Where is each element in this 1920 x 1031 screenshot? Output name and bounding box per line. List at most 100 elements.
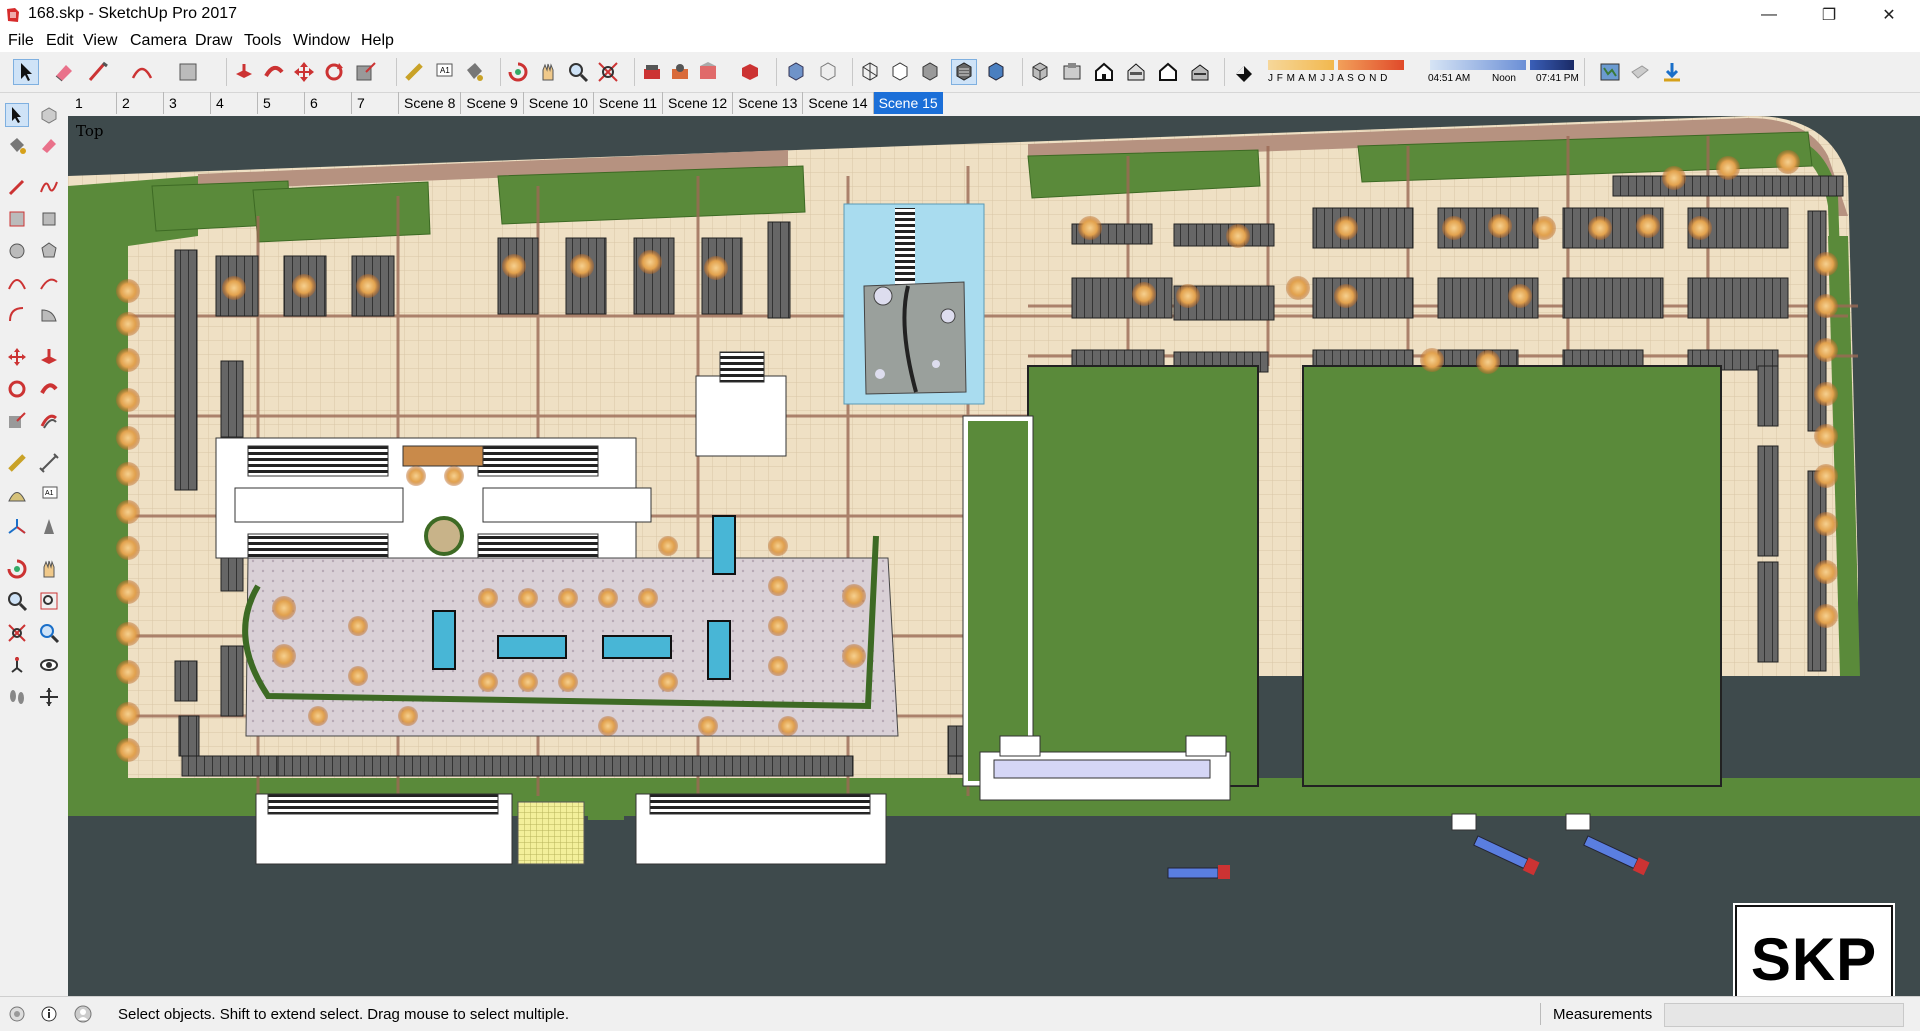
components-icon[interactable] [696,60,720,84]
section-plane-icon[interactable] [38,686,60,708]
circle-icon[interactable] [6,240,28,262]
text-tool-icon[interactable]: A1 [432,60,456,84]
credits-info-icon[interactable] [40,1005,58,1023]
arc-tool-icon[interactable] [130,60,154,84]
shadow-time-slider[interactable] [1430,60,1526,70]
line-tool-icon[interactable] [86,60,110,84]
close-button[interactable]: ✕ [1866,0,1912,30]
select-tool-icon[interactable] [13,59,39,85]
3d-text-icon[interactable] [38,516,60,538]
shaded-with-textures-style-icon[interactable] [951,59,977,85]
scene-tab-3[interactable]: 3 [164,92,211,114]
extension-warehouse-icon[interactable] [738,60,762,84]
move-tool-icon[interactable] [292,60,316,84]
scene-tab-15-active[interactable]: Scene 15 [873,92,943,114]
pie-icon[interactable] [38,304,60,326]
shadows-toggle-icon[interactable] [1232,60,1256,84]
top-view-icon[interactable] [1060,60,1084,84]
share-model-icon[interactable] [668,60,692,84]
axes-icon[interactable] [6,516,28,538]
pan-tool-icon[interactable] [536,60,560,84]
pan-icon[interactable] [38,558,60,580]
shadow-month-slider[interactable] [1268,60,1334,70]
scale-icon[interactable] [6,410,28,432]
menu-view[interactable]: View [83,32,117,50]
scene-tab-8[interactable]: Scene 8 [399,92,462,114]
select-icon[interactable] [5,103,29,127]
zoom-icon[interactable] [6,590,28,612]
menu-help[interactable]: Help [361,32,394,50]
scene-tab-2[interactable]: 2 [117,92,164,114]
measurements-input[interactable] [1664,1003,1904,1027]
paint-bucket-icon[interactable] [6,134,28,156]
back-view-icon[interactable] [1156,60,1180,84]
rotate-tool-icon[interactable] [322,60,346,84]
left-view-icon[interactable] [1188,60,1212,84]
walk-icon[interactable] [6,686,28,708]
minimize-button[interactable]: — [1746,0,1792,30]
follow-me-tool-icon[interactable] [262,60,286,84]
previous-view-icon[interactable] [38,622,60,644]
xray-style-icon[interactable] [784,60,808,84]
scale-tool-icon[interactable] [354,60,378,84]
scene-tab-11[interactable]: Scene 11 [594,92,664,114]
push-pull-icon[interactable] [38,346,60,368]
shadow-time-slider-end[interactable] [1530,60,1574,70]
scene-tab-10[interactable]: Scene 10 [524,92,594,114]
menu-edit[interactable]: Edit [46,32,74,50]
wireframe-style-icon[interactable] [858,60,882,84]
dimension-icon[interactable] [38,452,60,474]
menu-window[interactable]: Window [293,32,350,50]
orbit-tool-icon[interactable] [506,60,530,84]
right-view-icon[interactable] [1124,60,1148,84]
zoom-extents-icon[interactable] [6,622,28,644]
eraser-icon[interactable] [38,134,60,156]
polygon-icon[interactable] [38,240,60,262]
three-point-arc-icon[interactable] [6,304,28,326]
warehouse-icon[interactable] [640,60,664,84]
shadow-month-slider-late[interactable] [1338,60,1404,70]
menu-file[interactable]: File [8,32,34,50]
scene-tab-4[interactable]: 4 [211,92,258,114]
menu-draw[interactable]: Draw [195,32,232,50]
follow-me-icon[interactable] [38,378,60,400]
shaded-style-icon[interactable] [918,60,942,84]
geo-location-icon[interactable] [1598,60,1622,84]
protractor-icon[interactable] [6,484,28,506]
scene-tab-1[interactable]: 1 [70,92,117,114]
scene-tab-14[interactable]: Scene 14 [803,92,874,114]
user-account-icon[interactable] [74,1005,92,1023]
add-photo-texture-icon[interactable] [1628,60,1652,84]
tape-measure-tool-icon[interactable] [402,60,426,84]
position-camera-icon[interactable] [6,654,28,676]
scene-tab-5[interactable]: 5 [258,92,305,114]
rotate-icon[interactable] [6,378,28,400]
front-view-icon[interactable] [1092,60,1116,84]
move-icon[interactable] [6,346,28,368]
hidden-line-style-icon[interactable] [888,60,912,84]
line-icon[interactable] [6,176,28,198]
offset-icon[interactable] [38,410,60,432]
scene-tab-6[interactable]: 6 [305,92,352,114]
menu-camera[interactable]: Camera [130,32,187,50]
scene-tab-13[interactable]: Scene 13 [733,92,804,114]
look-around-icon[interactable] [38,654,60,676]
maximize-button[interactable]: ❐ [1806,0,1852,30]
zoom-extents-tool-icon[interactable] [596,60,620,84]
push-pull-tool-icon[interactable] [232,60,256,84]
two-point-arc-icon[interactable] [38,272,60,294]
orbit-icon[interactable] [6,558,28,580]
zoom-window-icon[interactable] [38,590,60,612]
iso-view-icon[interactable] [1028,60,1052,84]
geo-location-status-icon[interactable] [8,1005,26,1023]
scene-tab-12[interactable]: Scene 12 [663,92,734,114]
rectangle-tool-icon[interactable] [176,60,200,84]
menu-tools[interactable]: Tools [244,32,281,50]
rectangle-icon[interactable] [6,208,28,230]
make-component-icon[interactable] [38,104,60,126]
arc-icon[interactable] [6,272,28,294]
scene-tab-7[interactable]: 7 [352,92,399,114]
model-viewport[interactable]: Top [68,116,1920,996]
paint-bucket-tool-icon[interactable] [462,60,486,84]
freehand-icon[interactable] [38,176,60,198]
